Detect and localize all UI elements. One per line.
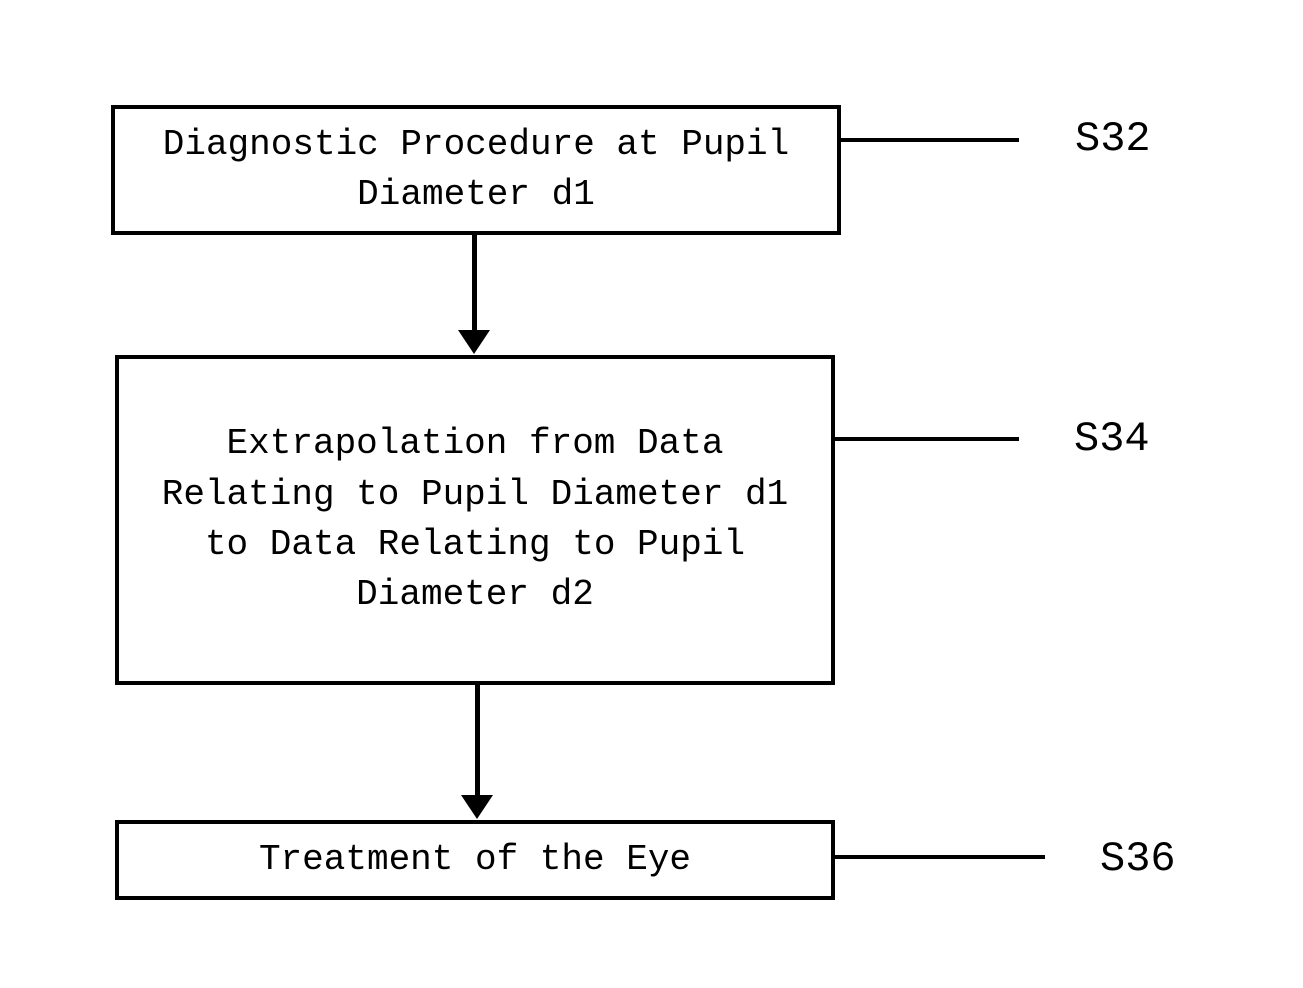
- label-connector-2: [835, 437, 1019, 441]
- label-s36: S36: [1100, 835, 1176, 883]
- step-1-text: Diagnostic Procedure at Pupil Diameter d…: [135, 120, 817, 221]
- label-connector-1: [841, 138, 1019, 142]
- arrow-connector-2: [475, 685, 480, 800]
- flow-step-3: Treatment of the Eye: [115, 820, 835, 900]
- step-3-text: Treatment of the Eye: [259, 835, 691, 885]
- arrow-connector-1: [472, 235, 477, 335]
- arrow-head-2: [461, 795, 493, 819]
- arrow-head-1: [458, 330, 490, 354]
- flow-step-2: Extrapolation from Data Relating to Pupi…: [115, 355, 835, 685]
- step-2-text: Extrapolation from Data Relating to Pupi…: [139, 419, 811, 621]
- flow-step-1: Diagnostic Procedure at Pupil Diameter d…: [111, 105, 841, 235]
- flowchart-container: Diagnostic Procedure at Pupil Diameter d…: [0, 0, 1303, 988]
- label-s32: S32: [1075, 115, 1151, 163]
- label-connector-3: [835, 855, 1045, 859]
- label-s34: S34: [1074, 415, 1150, 463]
